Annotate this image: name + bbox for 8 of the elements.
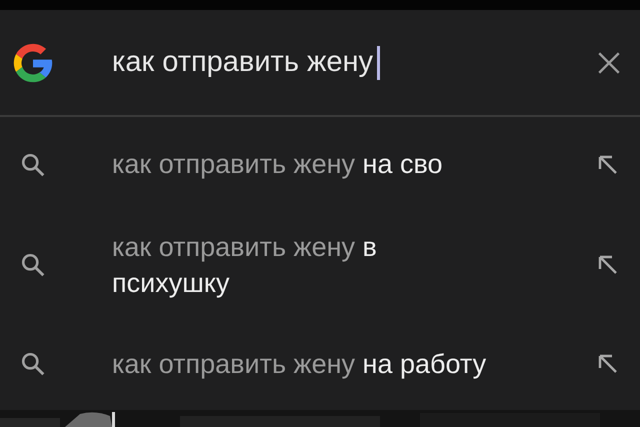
search-icon [20,152,46,178]
suggestion-item[interactable]: как отправить жену в психушку [112,228,492,302]
search-field[interactable]: как отправить жену [112,46,596,80]
suggestion-item[interactable]: как отправить жену на сво [112,146,492,183]
suggestion-item[interactable]: как отправить жену на работу [112,346,486,382]
search-icon [20,252,46,278]
search-icon [20,351,46,377]
close-icon[interactable] [596,50,622,76]
